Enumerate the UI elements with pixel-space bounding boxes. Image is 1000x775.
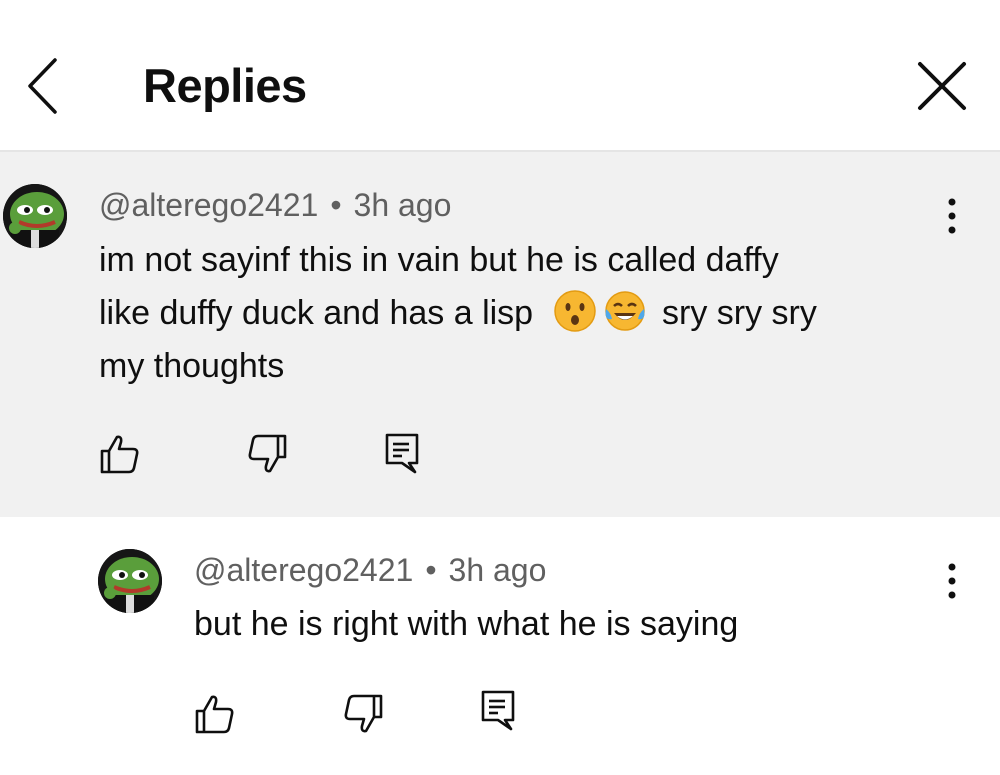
reply-text: but he is right with what he is saying: [194, 605, 739, 643]
dislike-button[interactable]: [341, 692, 385, 736]
comment-line: my thoughts: [99, 347, 285, 385]
comment-thread-parent: @alterego2421 • 3h ago im not sayinf this …: [0, 152, 1000, 517]
thumbs-up-icon: [100, 435, 139, 474]
meta-separator: •: [330, 187, 342, 223]
like-button[interactable]: [193, 692, 237, 736]
thumbs-down-icon: [344, 694, 383, 733]
chevron-left-icon: [28, 58, 57, 114]
reply-icon: [385, 433, 419, 474]
frog-avatar-icon: [98, 549, 162, 613]
avatar[interactable]: [3, 184, 67, 248]
timestamp: 3h ago: [353, 187, 452, 223]
reply-button[interactable]: [380, 432, 424, 476]
comment-meta: @alterego2421 • 3h ago: [99, 185, 451, 225]
replies-header: Replies: [0, 0, 1000, 152]
thumbs-up-icon: [195, 695, 234, 734]
thumbs-down-icon: [248, 434, 287, 473]
frog-avatar-icon: [3, 184, 67, 248]
more-vertical-icon: [948, 198, 956, 234]
comment-text: im not sayinf this in vain but he is cal…: [99, 234, 939, 393]
close-icon: [918, 62, 966, 110]
comment-line: im not sayinf this in vain but he is cal…: [99, 241, 779, 279]
avatar[interactable]: [98, 549, 162, 613]
reply-icon: [481, 690, 515, 731]
comment-line-text: sry sry sry: [662, 294, 817, 332]
hushed-face-emoji: [553, 290, 596, 332]
comment-line-text: like duffy duck and has a lisp: [99, 294, 534, 332]
page-title: Replies: [143, 59, 307, 112]
reply-button[interactable]: [476, 689, 520, 733]
more-vertical-icon: [948, 563, 956, 599]
more-options-button[interactable]: [937, 559, 967, 603]
dislike-button[interactable]: [245, 432, 289, 476]
author-handle[interactable]: @alterego2421: [99, 187, 318, 223]
reply-item: @alterego2421 • 3h ago but he is right wit…: [0, 517, 1000, 775]
timestamp: 3h ago: [448, 552, 547, 588]
like-button[interactable]: [98, 432, 142, 476]
close-button[interactable]: [912, 56, 972, 116]
back-button[interactable]: [22, 54, 72, 118]
tears-of-joy-emoji: [604, 291, 645, 331]
comment-line: like duffy duck and has a lisp sry sry s…: [99, 287, 939, 340]
reply-meta: @alterego2421 • 3h ago: [194, 550, 546, 590]
author-handle[interactable]: @alterego2421: [194, 552, 413, 588]
meta-separator: •: [425, 552, 437, 588]
more-options-button[interactable]: [937, 194, 967, 238]
